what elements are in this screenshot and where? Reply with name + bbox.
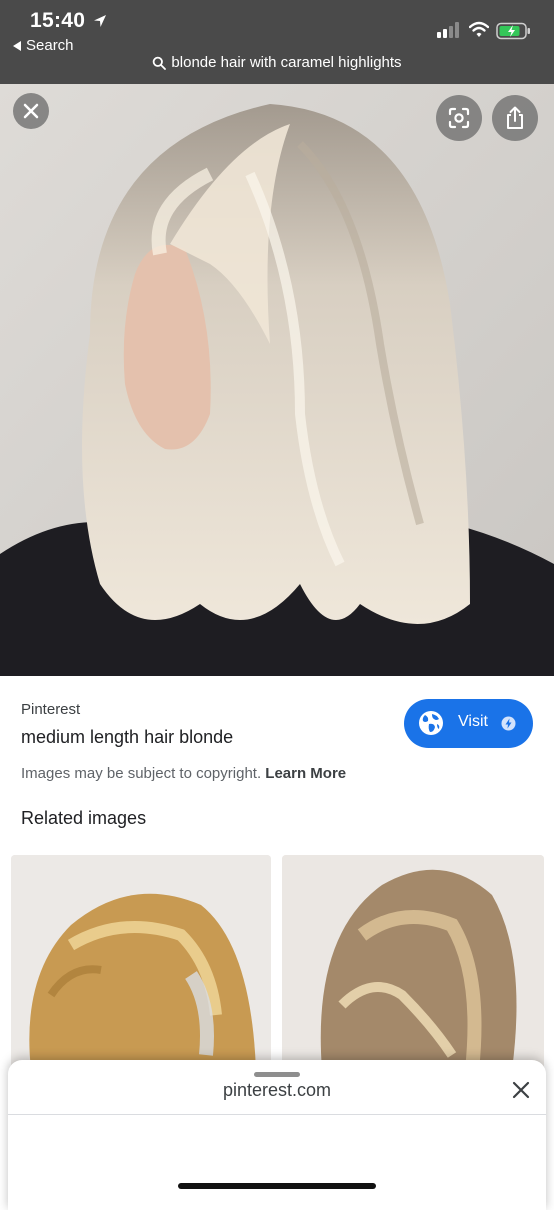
related-image[interactable] xyxy=(11,855,271,1070)
back-arrow-icon xyxy=(13,40,21,51)
close-image-button[interactable] xyxy=(13,93,49,129)
status-time: 15:40 xyxy=(30,9,86,32)
status-bar: 15:40 Search blonde hair with caramel hi… xyxy=(0,0,554,84)
amp-bolt-icon xyxy=(501,716,516,731)
copyright-text: Images may be subject to copyright. xyxy=(21,765,262,782)
close-icon xyxy=(23,103,39,119)
related-image[interactable] xyxy=(282,855,544,1070)
visit-label: Visit xyxy=(458,713,488,730)
home-indicator[interactable] xyxy=(178,1183,376,1189)
visit-button[interactable]: Visit xyxy=(404,699,533,748)
copyright-notice: Images may be subject to copyright. Lear… xyxy=(21,765,346,782)
back-to-search-button[interactable]: Search xyxy=(13,37,74,54)
search-icon xyxy=(153,56,167,70)
learn-more-link[interactable]: Learn More xyxy=(265,765,346,782)
result-source: Pinterest xyxy=(21,701,81,718)
wifi-icon xyxy=(469,21,489,37)
globe-icon xyxy=(419,711,443,735)
lens-search-button[interactable] xyxy=(436,95,482,141)
share-button[interactable] xyxy=(492,95,538,141)
related-image-photo xyxy=(11,855,271,1070)
sheet-grabber-handle[interactable] xyxy=(254,1072,300,1077)
result-image[interactable] xyxy=(0,84,554,676)
location-arrow-icon xyxy=(94,15,106,27)
back-label: Search xyxy=(26,37,74,54)
related-image-photo xyxy=(282,855,544,1070)
battery-icon xyxy=(496,22,530,40)
close-icon[interactable] xyxy=(511,1080,531,1100)
lens-icon xyxy=(448,107,470,129)
result-title[interactable]: medium length hair blonde xyxy=(21,727,233,748)
sheet-divider xyxy=(8,1114,546,1115)
hair-photo xyxy=(0,84,554,676)
search-query-text: blonde hair with caramel highlights xyxy=(171,54,402,71)
signal-icon xyxy=(437,22,459,38)
search-query-bar[interactable]: blonde hair with caramel highlights xyxy=(0,54,554,71)
share-icon xyxy=(507,106,523,129)
sheet-url: pinterest.com xyxy=(222,1080,332,1100)
related-images-heading: Related images xyxy=(21,808,147,828)
